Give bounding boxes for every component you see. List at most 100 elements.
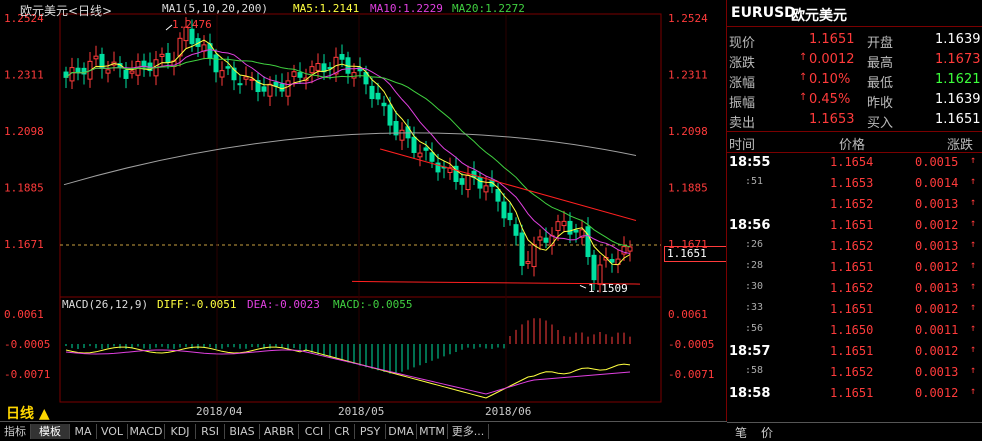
- ma5-value: MA5:1.2141: [293, 2, 360, 15]
- tick-change: 0.0014: [915, 176, 959, 190]
- quote-value: 1.1651: [935, 112, 981, 127]
- candle-body: [75, 67, 81, 74]
- price-tab[interactable]: 价: [761, 424, 773, 441]
- price-chart-svg[interactable]: 1.2524 1.25241.2311 1.23111.2098 1.20981.18…: [0, 0, 726, 421]
- macd-label[interactable]: MACD(26,12,9): [62, 298, 148, 311]
- candle-body: [189, 28, 195, 45]
- tab-cci[interactable]: CCI: [299, 424, 330, 439]
- arrow-up-icon: ↑: [970, 302, 977, 313]
- ticks-header-time: 时间: [729, 138, 756, 153]
- candle-body: [339, 54, 345, 60]
- tick-time: :28: [745, 260, 764, 271]
- candle-body: [537, 236, 543, 241]
- candle-body: [129, 70, 135, 74]
- date-axis-label: 2018/04: [196, 405, 243, 418]
- candle-body: [267, 83, 273, 97]
- arrow-up-icon: ↑: [970, 197, 977, 208]
- tick-price: 1.1653: [830, 176, 874, 190]
- arrow-up-icon: ↑: [970, 386, 977, 397]
- candle-body: [297, 72, 303, 78]
- candle-body: [213, 54, 219, 73]
- ma20-value: MA20:1.2272: [452, 2, 525, 15]
- ticks-header-price: 价格: [839, 138, 866, 153]
- arrow-up-icon: ↑: [970, 218, 977, 229]
- candle-body: [513, 224, 519, 236]
- candle-body: [159, 53, 165, 57]
- trades-tab[interactable]: 笔: [735, 424, 747, 441]
- date-axis-label: 2018/05: [338, 405, 384, 418]
- arrow-up-icon: ↑: [970, 365, 977, 376]
- tick-row[interactable]: :30 1.1652 0.0013 ↑: [727, 278, 982, 298]
- quote-row: 涨幅 ↑ 0.10% 最低 1.1621: [727, 70, 982, 91]
- candle-body: [585, 226, 591, 258]
- tick-time: 18:56: [729, 218, 771, 233]
- quote-row: 振幅 ↑ 0.45% 昨收 1.1639: [727, 90, 982, 111]
- quote-label: 昨收: [867, 96, 894, 111]
- ticks-header: 时间 价格 涨跌: [727, 131, 982, 153]
- tick-time: :30: [745, 281, 764, 292]
- tick-time: 18:57: [729, 344, 771, 359]
- macd-axis-label-left: 0.0061: [4, 308, 44, 321]
- tick-change: 0.0013: [915, 197, 959, 211]
- arrow-up-icon: ↑: [799, 92, 808, 103]
- arrow-up-icon: ↑: [970, 260, 977, 271]
- candle-body: [279, 83, 285, 92]
- tick-row[interactable]: 1.1652 0.0013 ↑: [727, 194, 982, 214]
- chart-title: 欧元美元<日线>: [20, 4, 113, 18]
- tick-row[interactable]: 18:56 1.1651 0.0012 ↑: [727, 215, 982, 235]
- tab-more[interactable]: 更多...: [448, 424, 489, 439]
- candle-body: [567, 220, 573, 235]
- quote-row: 卖出 1.1653 买入 1.1651: [727, 110, 982, 131]
- tab-rsi[interactable]: RSI: [196, 424, 225, 439]
- tick-row[interactable]: :58 1.1652 0.0013 ↑: [727, 362, 982, 382]
- quote-label: 振幅: [729, 96, 756, 111]
- ma-indicator-label[interactable]: MA1(5,10,20,200): [162, 2, 268, 15]
- tick-time: :26: [745, 239, 764, 250]
- tab-cr[interactable]: CR: [330, 424, 355, 439]
- tab-bias[interactable]: BIAS: [225, 424, 260, 439]
- tick-change: 0.0012: [915, 218, 959, 232]
- tick-price: 1.1651: [830, 218, 874, 232]
- tick-row[interactable]: 18:57 1.1651 0.0012 ↑: [727, 341, 982, 361]
- candle-body: [573, 229, 579, 233]
- tick-price: 1.1652: [830, 197, 874, 211]
- arrow-up-icon: ↑: [970, 323, 977, 334]
- quote-value: 1.1621: [935, 72, 981, 87]
- tick-price: 1.1652: [830, 365, 874, 379]
- price-chart-area[interactable]: 1.2524 1.2524 1.2311 1.2311 1.2098 1.2098 1.18…: [0, 0, 726, 421]
- tab-indicator[interactable]: 指标: [0, 424, 31, 439]
- tick-row[interactable]: 18:58 1.1651 0.0012 ↑: [727, 383, 982, 403]
- tab-arbr[interactable]: ARBR: [260, 424, 299, 439]
- tick-time: :51: [745, 176, 764, 187]
- candle-body: [165, 52, 171, 63]
- tick-change: 0.0013: [915, 239, 959, 253]
- arrow-up-icon: ↑: [970, 344, 977, 355]
- tab-psy[interactable]: PSY: [355, 424, 386, 439]
- tick-time: :33: [745, 302, 764, 313]
- tick-row[interactable]: 18:55 1.1654 0.0015 ↑: [727, 152, 982, 172]
- tick-row[interactable]: :51 1.1653 0.0014 ↑: [727, 173, 982, 193]
- tick-row[interactable]: :28 1.1651 0.0012 ↑: [727, 257, 982, 277]
- resistance-trendline: [379, 148, 637, 221]
- tick-time: 18:58: [729, 386, 771, 401]
- tab-macd[interactable]: MACD: [128, 424, 165, 439]
- tab-ma[interactable]: MA: [70, 424, 97, 439]
- tick-row[interactable]: :56 1.1650 0.0011 ↑: [727, 320, 982, 340]
- tick-row[interactable]: :33 1.1651 0.0012 ↑: [727, 299, 982, 319]
- tick-price: 1.1651: [830, 260, 874, 274]
- quote-value: 0.45%: [809, 92, 851, 107]
- quote-label: 最低: [867, 76, 894, 91]
- tick-row[interactable]: :26 1.1652 0.0013 ↑: [727, 236, 982, 256]
- low-marker: [579, 284, 587, 289]
- period-selector[interactable]: 日线 ▲: [6, 403, 50, 423]
- quote-value: 1.1653: [809, 112, 855, 127]
- tab-vol[interactable]: VOL: [97, 424, 128, 439]
- tab-kdj[interactable]: KDJ: [165, 424, 196, 439]
- tab-mtm[interactable]: MTM: [417, 424, 448, 439]
- quote-label: 现价: [729, 36, 756, 51]
- tab-dma[interactable]: DMA: [386, 424, 417, 439]
- tab-template[interactable]: 模板: [31, 424, 70, 439]
- price-axis-label-left: 1.2311: [4, 68, 44, 81]
- candle-body: [105, 69, 111, 74]
- price-axis-label-right: 1.2524: [668, 12, 708, 25]
